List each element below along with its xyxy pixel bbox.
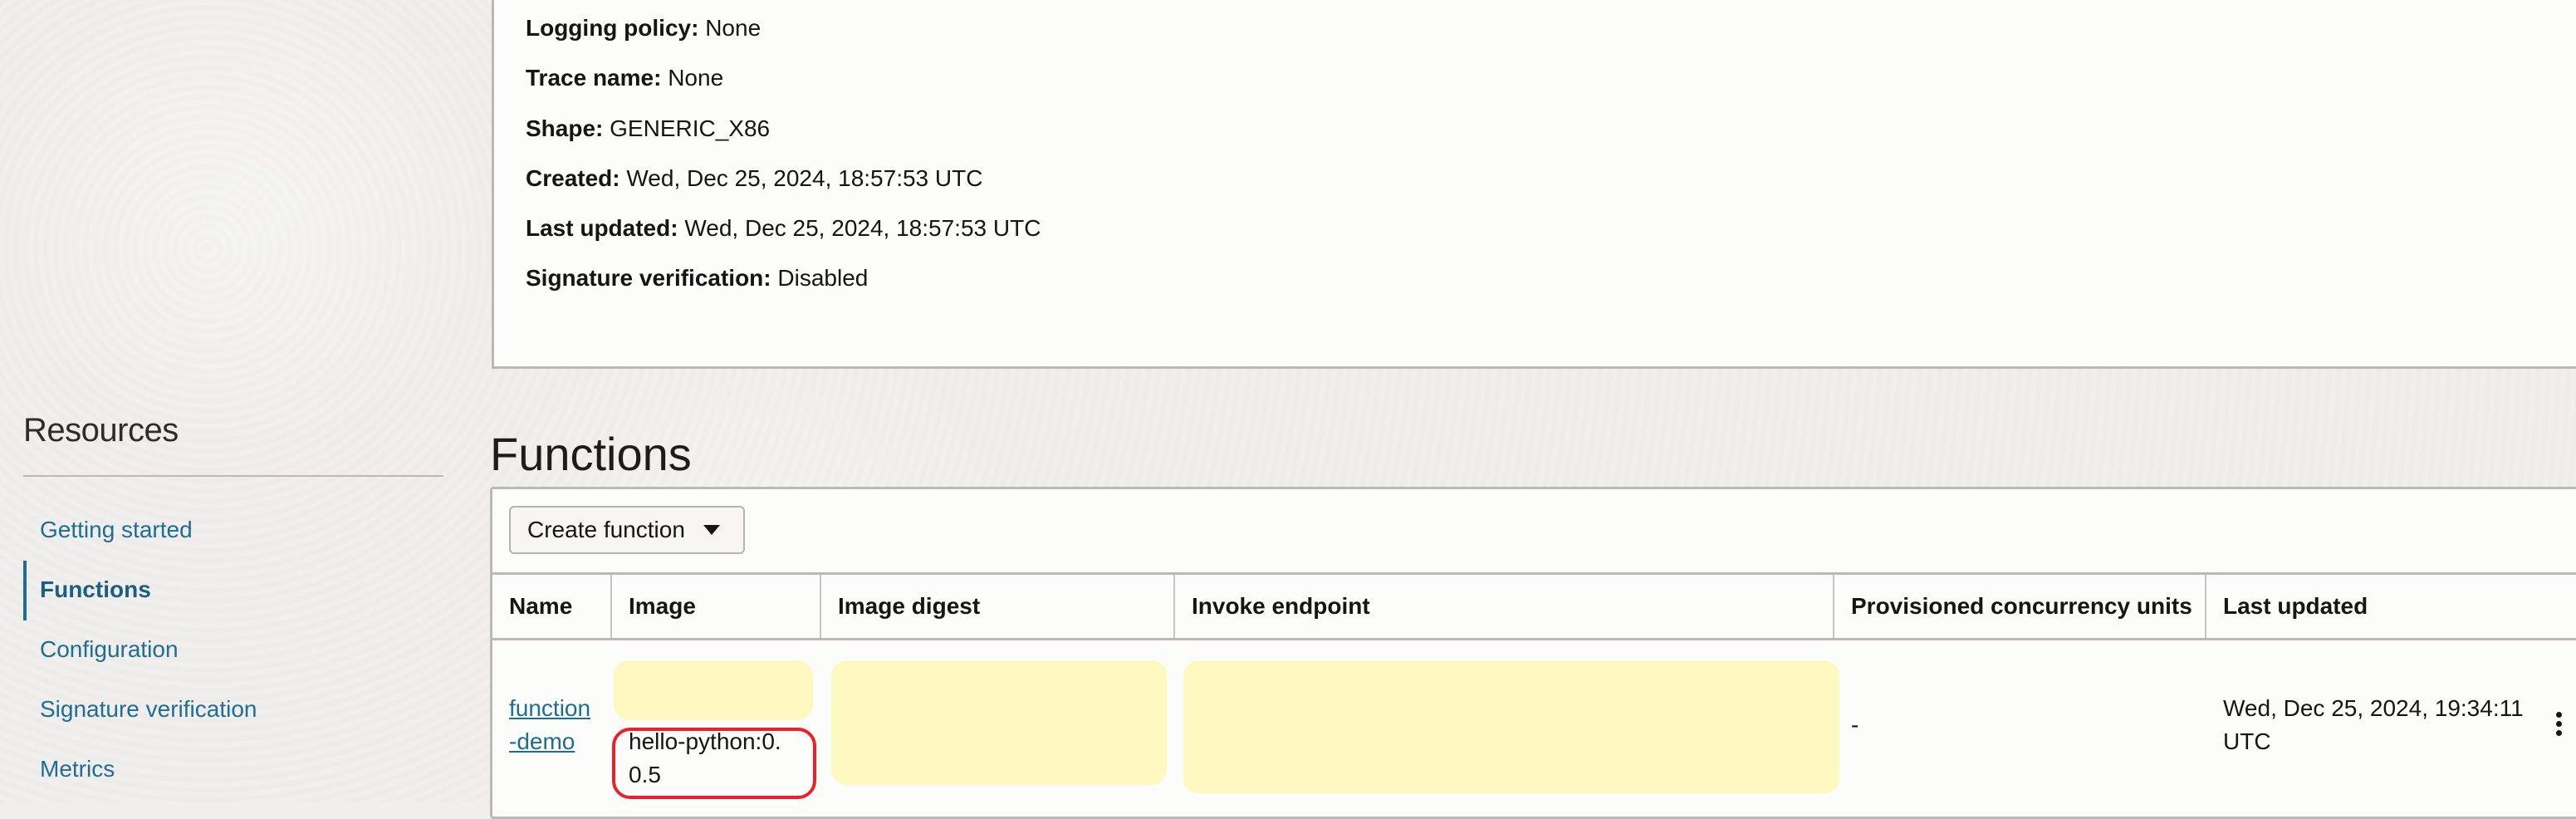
image-tag-value: hello-python:0. 0.5 [629, 725, 781, 792]
redacted-image-path [614, 660, 813, 720]
detail-label: Shape: [526, 115, 604, 141]
column-header-image[interactable]: Image [612, 575, 821, 638]
create-function-button[interactable]: Create function [509, 506, 745, 554]
resources-divider [23, 475, 443, 477]
detail-created: Created: Wed, Dec 25, 2024, 18:57:53 UTC [526, 164, 982, 193]
column-header-name[interactable]: Name [492, 575, 612, 638]
detail-label: Signature verification: [526, 265, 771, 291]
caret-down-icon [703, 525, 720, 535]
detail-value: GENERIC_X86 [610, 115, 771, 141]
sidebar-item-signature-verification[interactable]: Signature verification [40, 696, 257, 723]
detail-trace-name: Trace name: None [526, 64, 723, 92]
detail-label: Created: [526, 165, 620, 191]
detail-shape: Shape: GENERIC_X86 [526, 115, 770, 143]
image-tag-line: hello-python:0. [629, 728, 781, 754]
detail-last-updated: Last updated: Wed, Dec 25, 2024, 18:57:5… [526, 214, 1041, 243]
column-header-image-digest[interactable]: Image digest [821, 575, 1175, 638]
detail-value: Wed, Dec 25, 2024, 18:57:53 UTC [684, 215, 1041, 241]
functions-table: Create function Name Image Image digest … [490, 487, 2576, 819]
image-tag-line: 0.5 [629, 762, 661, 787]
function-application-details-panel: Logging policy: None Trace name: None Sh… [492, 0, 2576, 369]
resources-heading: Resources [23, 412, 179, 449]
last-updated-line: Wed, Dec 25, 2024, 19:34:11 [2223, 695, 2524, 721]
detail-signature-verification: Signature verification: Disabled [526, 264, 868, 292]
functions-heading: Functions [490, 427, 692, 480]
sidebar-item-configuration[interactable]: Configuration [40, 636, 179, 663]
redacted-image-digest [831, 660, 1167, 785]
row-actions-kebab-icon[interactable] [2554, 712, 2563, 736]
column-header-provisioned-concurrency[interactable]: Provisioned concurrency units [1834, 575, 2206, 638]
function-name-line[interactable]: -demo [509, 725, 590, 758]
create-function-label: Create function [527, 517, 685, 542]
detail-label: Logging policy: [526, 15, 699, 41]
function-name-link[interactable]: function -demo [509, 692, 590, 758]
last-updated-value: Wed, Dec 25, 2024, 19:34:11 UTC [2223, 692, 2524, 758]
column-header-last-updated[interactable]: Last updated [2206, 575, 2576, 638]
detail-label: Last updated: [526, 215, 678, 241]
detail-logging-policy: Logging policy: None [526, 14, 761, 42]
detail-label: Trace name: [526, 65, 662, 91]
last-updated-line: UTC [2223, 728, 2271, 754]
function-name-line[interactable]: function [509, 692, 590, 725]
sidebar-item-functions[interactable]: Functions [40, 576, 151, 603]
sidebar-item-getting-started[interactable]: Getting started [40, 517, 193, 543]
sidebar-item-metrics[interactable]: Metrics [40, 756, 115, 782]
active-indicator [23, 561, 27, 620]
table-header: Name Image Image digest Invoke endpoint … [492, 572, 2576, 640]
redacted-invoke-endpoint [1183, 660, 1839, 793]
column-header-invoke-endpoint[interactable]: Invoke endpoint [1175, 575, 1834, 638]
provisioned-concurrency-value: - [1851, 712, 1859, 738]
detail-value: None [705, 15, 762, 41]
detail-value: Disabled [777, 265, 869, 291]
detail-value: None [668, 65, 724, 91]
detail-value: Wed, Dec 25, 2024, 18:57:53 UTC [626, 165, 983, 191]
